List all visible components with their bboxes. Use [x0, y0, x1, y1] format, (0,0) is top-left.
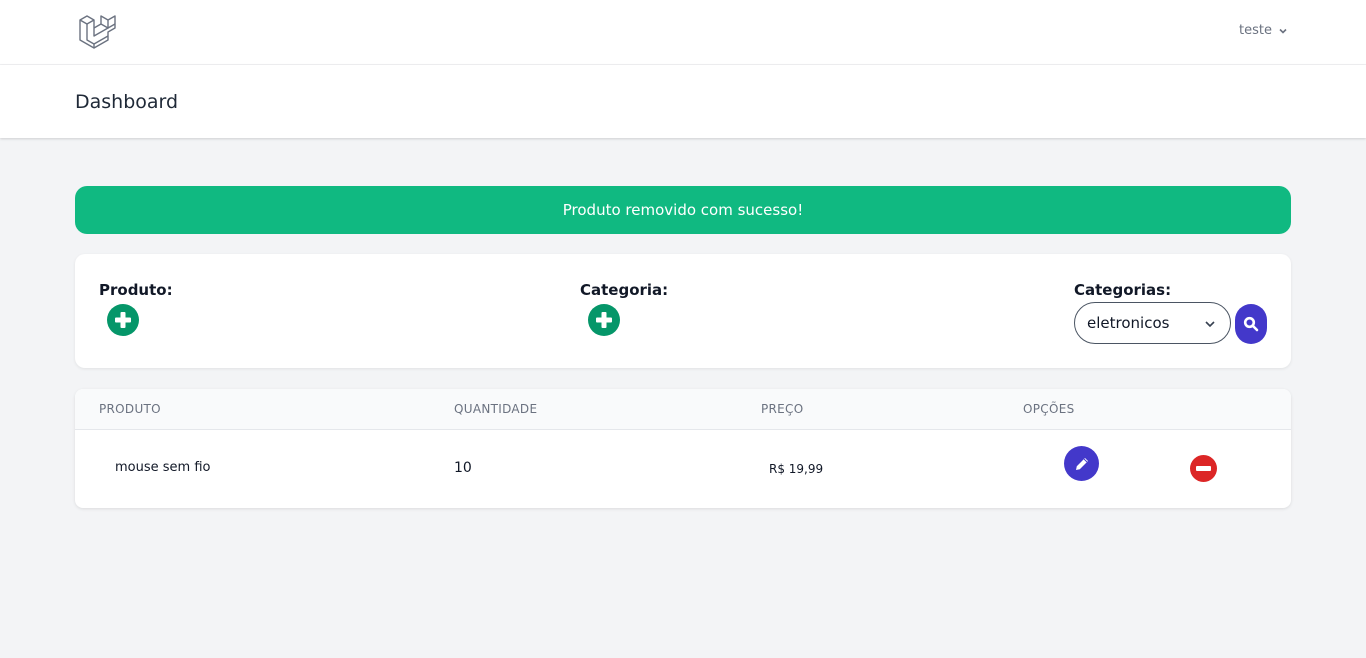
- category-filter: Categorias: eletronicos: [1074, 280, 1267, 344]
- category-select-value: eletronicos: [1087, 314, 1170, 332]
- column-header-opcoes: Opções: [1023, 402, 1075, 416]
- chevron-down-icon: [1279, 28, 1287, 34]
- table-header: Produto Quantidade Preço Opções: [75, 389, 1291, 430]
- cell-produto: mouse sem fio: [115, 460, 211, 475]
- column-header-produto: Produto: [99, 402, 161, 416]
- produto-label: Produto:: [99, 281, 173, 299]
- categorias-label: Categorias:: [1074, 281, 1172, 299]
- user-name: teste: [1239, 23, 1272, 38]
- chevron-down-icon: [1205, 321, 1215, 328]
- laravel-logo-icon[interactable]: [78, 14, 116, 50]
- pencil-icon: [1075, 457, 1088, 470]
- plus-icon: [115, 312, 131, 328]
- search-button[interactable]: [1235, 304, 1267, 344]
- actions-card: Produto: Categoria: Categorias: eletroni…: [75, 254, 1291, 368]
- alert-message: Produto removido com sucesso!: [562, 201, 804, 219]
- produto-block: Produto:: [99, 280, 173, 336]
- cell-preco: R$ 19,99: [769, 462, 824, 476]
- add-categoria-button[interactable]: [588, 304, 620, 336]
- categoria-block: Categoria:: [580, 280, 669, 336]
- delete-button[interactable]: [1190, 455, 1217, 482]
- products-table: Produto Quantidade Preço Opções mouse se…: [75, 389, 1291, 508]
- category-select[interactable]: eletronicos: [1074, 302, 1231, 344]
- categoria-label: Categoria:: [580, 281, 669, 299]
- success-alert: Produto removido com sucesso!: [75, 186, 1291, 234]
- search-icon: [1243, 316, 1259, 332]
- cell-quantidade: 10: [454, 460, 472, 476]
- top-navbar: teste: [0, 0, 1366, 65]
- user-menu[interactable]: teste: [1239, 23, 1288, 38]
- plus-icon: [596, 312, 612, 328]
- edit-button[interactable]: [1064, 446, 1099, 481]
- page-title: Dashboard: [75, 91, 179, 113]
- minus-icon: [1196, 466, 1211, 471]
- column-header-preco: Preço: [761, 402, 804, 416]
- column-header-quantidade: Quantidade: [454, 402, 538, 416]
- page-header: Dashboard: [0, 65, 1366, 138]
- add-produto-button[interactable]: [107, 304, 139, 336]
